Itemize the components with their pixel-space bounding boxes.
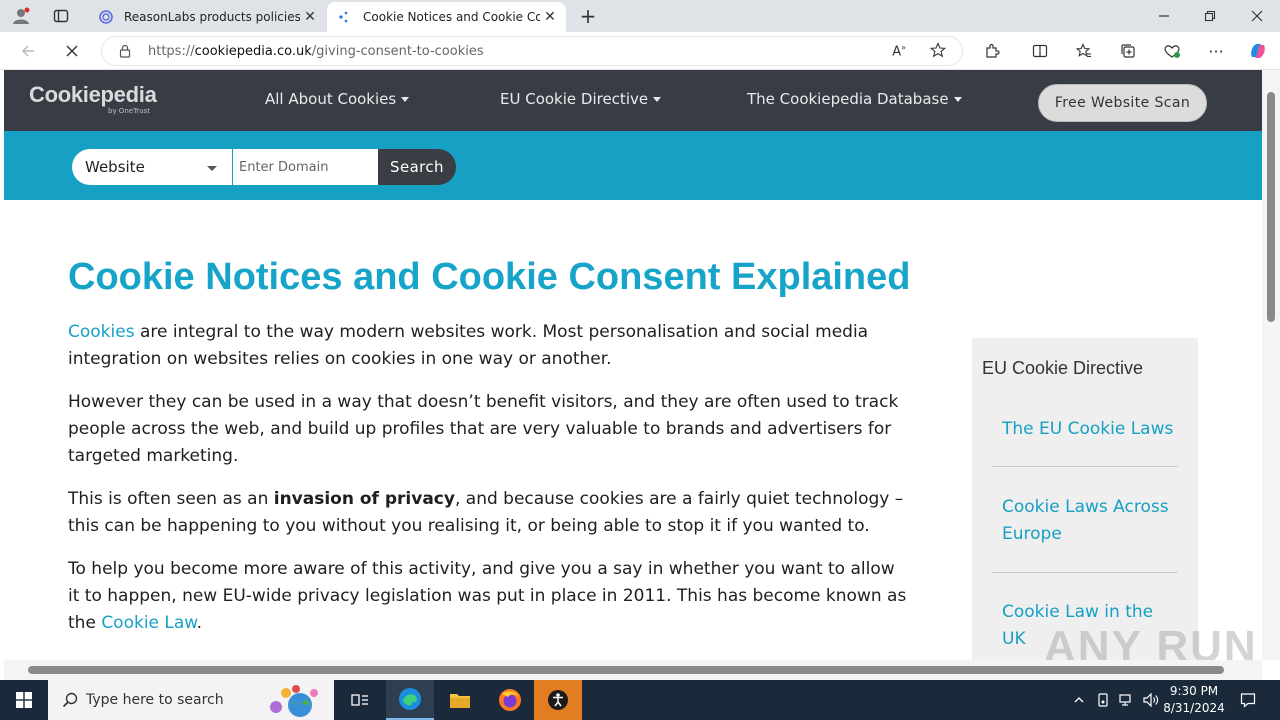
stop-loading-icon[interactable] xyxy=(60,39,84,63)
browser-toolbar: https://cookiepedia.co.uk/giving-consent… xyxy=(0,32,1280,70)
tab-actions-icon[interactable] xyxy=(48,4,74,28)
free-website-scan-button[interactable]: Free Website Scan xyxy=(1038,84,1207,122)
close-window-icon[interactable] xyxy=(1243,4,1271,28)
chevron-down-icon xyxy=(653,96,662,102)
edge-taskbar-icon[interactable] xyxy=(386,680,434,720)
nav-eu-cookie-directive[interactable]: EU Cookie Directive xyxy=(500,90,662,108)
clock-date: 8/31/2024 xyxy=(1163,701,1225,715)
new-tab-icon[interactable]: + xyxy=(576,4,600,28)
paragraph-2: However they can be used in a way that d… xyxy=(68,392,899,466)
back-icon[interactable] xyxy=(16,39,40,63)
tab-title: ReasonLabs products policies xyxy=(124,10,300,24)
sidebar-link-eu-cookie-laws[interactable]: The EU Cookie Laws xyxy=(1002,416,1182,443)
site-logo[interactable]: Cookiepedia xyxy=(29,82,157,108)
restore-icon[interactable] xyxy=(1196,4,1224,28)
copilot-icon[interactable] xyxy=(1246,39,1270,63)
extensions-icon[interactable] xyxy=(980,39,1004,63)
sidebar-divider xyxy=(992,572,1178,573)
horizontal-scrollbar[interactable] xyxy=(4,660,1262,680)
browser-tab-bar: ReasonLabs products policies ✕ Cookie No… xyxy=(0,0,1280,32)
nav-label: The Cookiepedia Database xyxy=(747,90,949,108)
search-band: Website Search xyxy=(4,131,1262,200)
domain-input[interactable] xyxy=(233,149,378,185)
sidebar-divider xyxy=(992,466,1178,467)
close-tab-icon[interactable]: ✕ xyxy=(540,7,560,27)
url-host: cookiepedia.co.uk xyxy=(194,43,312,59)
chevron-down-icon xyxy=(953,96,962,102)
bold-text: invasion of privacy xyxy=(273,489,455,509)
paragraph-text: are integral to the way modern websites … xyxy=(68,322,869,369)
tab-cookiepedia[interactable]: Cookie Notices and Cookie Cons ✕ xyxy=(327,2,566,32)
more-options-icon[interactable]: ··· xyxy=(1204,39,1228,63)
sidebar-link-cookie-laws-europe[interactable]: Cookie Laws Across Europe xyxy=(1002,494,1182,548)
favorite-star-icon[interactable] xyxy=(929,42,947,62)
search-icon xyxy=(62,692,78,708)
show-hidden-icons-icon[interactable] xyxy=(1068,680,1090,720)
tab-title: Cookie Notices and Cookie Cons xyxy=(363,10,540,24)
firefox-icon[interactable] xyxy=(486,680,534,720)
windows-start-icon[interactable] xyxy=(0,680,48,720)
vertical-scrollbar[interactable] xyxy=(1262,70,1280,660)
lock-icon[interactable] xyxy=(118,44,132,58)
chevron-down-icon xyxy=(207,166,217,171)
nav-label: All About Cookies xyxy=(265,90,397,108)
sidebar-title: EU Cookie Directive xyxy=(982,358,1144,378)
search-highlights-icon xyxy=(262,683,328,717)
loading-spinner-icon xyxy=(337,9,353,25)
clock-time: 9:30 PM xyxy=(1169,684,1219,698)
logo-subtitle: by OneTrust xyxy=(108,107,151,115)
nav-label: EU Cookie Directive xyxy=(500,90,649,108)
chevron-down-icon xyxy=(401,96,410,102)
windows-taskbar: Type here to search 9:30 PM 8/31/2024 xyxy=(0,680,1280,720)
paragraph-text: This is often seen as an xyxy=(68,489,274,509)
device-icon[interactable] xyxy=(1092,680,1114,720)
address-bar[interactable]: https://cookiepedia.co.uk/giving-consent… xyxy=(101,36,963,66)
profile-icon[interactable] xyxy=(8,4,34,28)
site-navigation: Cookiepedia by OneTrust All About Cookie… xyxy=(4,70,1262,131)
paragraph-1: Cookies are integral to the way modern w… xyxy=(68,319,908,373)
paragraph-text: . xyxy=(196,613,203,633)
sidebar-eu-cookie-directive: EU Cookie Directive The EU Cookie Laws C… xyxy=(972,338,1198,660)
cookie-law-link[interactable]: Cookie Law xyxy=(101,613,196,633)
tab-reasonlabs[interactable]: ReasonLabs products policies ✕ xyxy=(88,2,326,32)
paragraph-3: This is often seen as an invasion of pri… xyxy=(68,486,908,540)
minimize-icon[interactable] xyxy=(1150,4,1178,28)
taskbar-search-box[interactable]: Type here to search xyxy=(48,680,334,720)
web-page: Cookiepedia by OneTrust All About Cookie… xyxy=(4,70,1262,660)
search-button[interactable]: Search xyxy=(378,149,456,185)
select-value: Website xyxy=(85,158,145,176)
favorites-icon[interactable] xyxy=(1072,39,1096,63)
search-type-select[interactable]: Website xyxy=(72,149,232,185)
task-view-icon[interactable] xyxy=(336,680,384,720)
anyrun-watermark: ANY RUN xyxy=(1044,622,1258,660)
url-prefix: https:// xyxy=(148,43,195,59)
cookies-link[interactable]: Cookies xyxy=(68,322,135,342)
read-aloud-icon[interactable]: A» xyxy=(892,43,906,59)
nav-cookiepedia-database[interactable]: The Cookiepedia Database xyxy=(747,90,962,108)
reasonlabs-favicon-icon xyxy=(98,9,114,25)
network-icon[interactable] xyxy=(1116,680,1138,720)
page-title: Cookie Notices and Cookie Consent Explai… xyxy=(68,256,911,298)
vertical-scroll-thumb[interactable] xyxy=(1267,92,1275,322)
split-screen-icon[interactable] xyxy=(1028,39,1052,63)
accessibility-app-icon[interactable] xyxy=(534,680,582,720)
volume-icon[interactable] xyxy=(1140,680,1162,720)
paragraph-4: To help you become more aware of this ac… xyxy=(68,556,908,637)
taskbar-search-placeholder: Type here to search xyxy=(86,692,224,708)
collections-icon[interactable] xyxy=(1116,39,1140,63)
horizontal-scroll-thumb[interactable] xyxy=(28,666,1224,674)
close-tab-icon[interactable]: ✕ xyxy=(300,7,320,27)
taskbar-clock[interactable]: 9:30 PM 8/31/2024 xyxy=(1160,683,1228,717)
url-path: /giving-consent-to-cookies xyxy=(311,43,484,59)
file-explorer-icon[interactable] xyxy=(436,680,484,720)
browser-essentials-icon[interactable] xyxy=(1160,39,1184,63)
notifications-icon[interactable] xyxy=(1232,680,1264,720)
nav-all-about-cookies[interactable]: All About Cookies xyxy=(265,90,410,108)
